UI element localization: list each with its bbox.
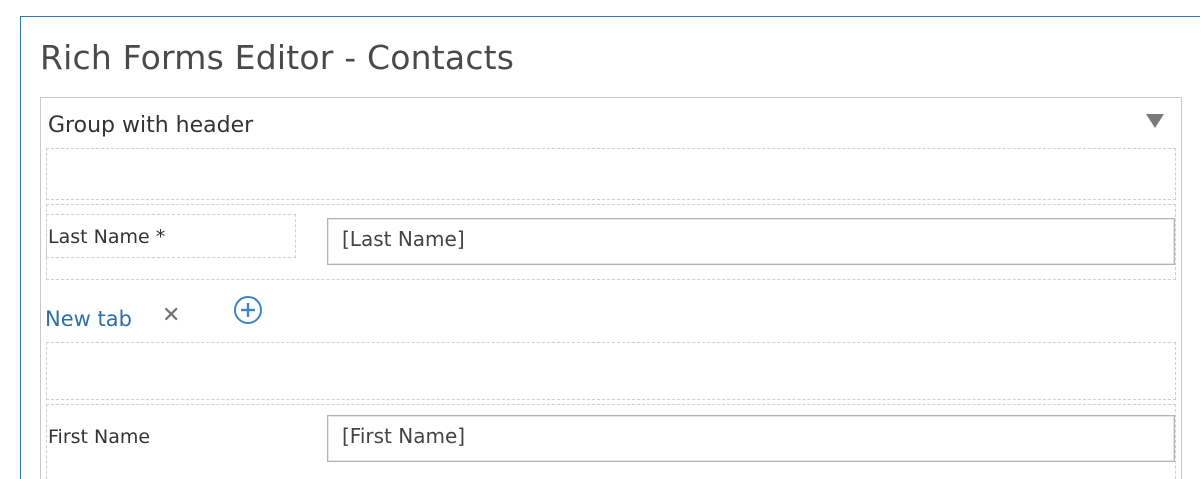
tab-section-empty[interactable] xyxy=(46,342,1176,400)
last-name-label: Last Name * xyxy=(48,226,166,248)
page-title: Rich Forms Editor - Contacts xyxy=(40,38,515,77)
triangle-down-icon[interactable] xyxy=(1144,112,1166,130)
rich-forms-editor: Rich Forms Editor - Contacts Group with … xyxy=(0,0,1201,479)
first-name-field[interactable]: [First Name] xyxy=(327,415,1175,462)
group-section-empty[interactable] xyxy=(46,148,1176,200)
first-name-label: First Name xyxy=(48,426,151,448)
plus-circle-icon[interactable] xyxy=(232,294,264,326)
last-name-field[interactable]: [Last Name] xyxy=(327,218,1175,265)
close-icon[interactable]: ✕ xyxy=(162,303,180,328)
group-header-label: Group with header xyxy=(48,113,254,138)
tab-new-tab[interactable]: New tab xyxy=(45,307,132,331)
